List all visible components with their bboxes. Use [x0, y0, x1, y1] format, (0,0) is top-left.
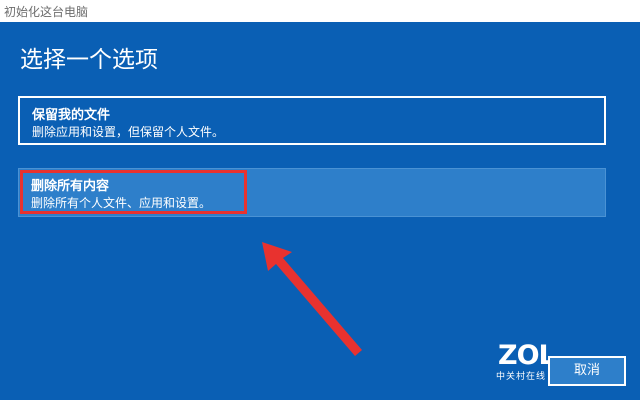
cancel-button[interactable]: 取消: [548, 356, 626, 386]
watermark-subtitle: 中关村在线: [496, 372, 547, 382]
watermark-logo: ZOL: [498, 340, 556, 371]
